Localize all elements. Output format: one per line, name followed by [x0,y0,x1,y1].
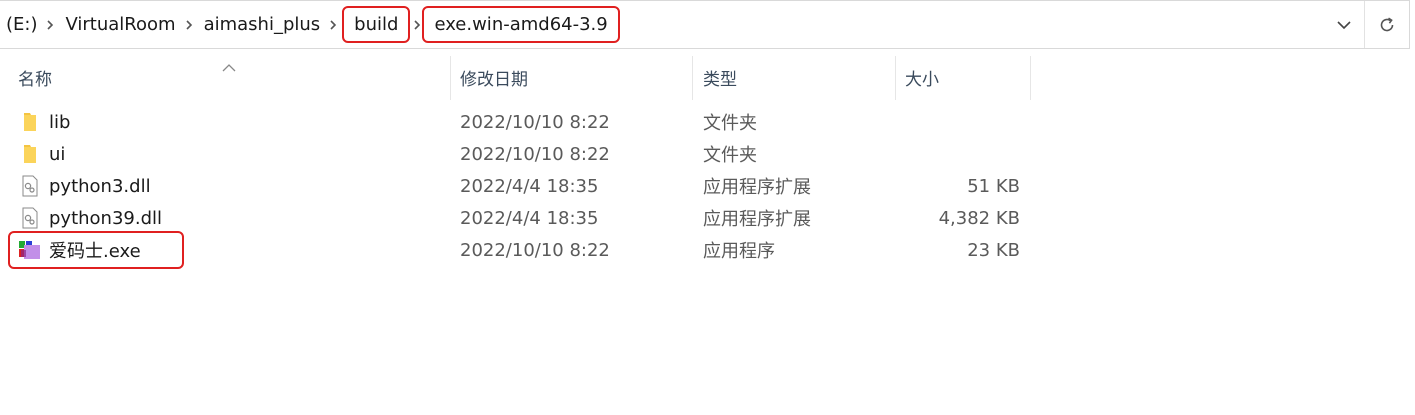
folder-icon [18,110,42,134]
file-date: 2022/10/10 8:22 [460,111,610,133]
column-headers: 名称 修改日期 类型 大小 [0,52,1040,102]
file-type: 应用程序 [703,241,775,262]
file-date: 2022/10/10 8:22 [460,143,610,165]
breadcrumb-exe-win-amd64[interactable]: exe.win-amd64-3.9 [422,6,620,43]
column-divider[interactable] [1030,56,1031,100]
column-divider[interactable] [450,56,451,100]
column-divider[interactable] [692,56,693,100]
file-row[interactable]: python3.dll 2022/4/4 18:35 应用程序扩展 51 KB [0,170,1040,202]
file-size: 23 KB [967,239,1020,261]
chevron-down-icon [1337,20,1351,29]
file-date: 2022/4/4 18:35 [460,207,599,229]
folder-icon [18,142,42,166]
file-row[interactable]: lib 2022/10/10 8:22 文件夹 [0,106,1040,138]
dll-file-icon [18,174,42,198]
chevron-right-icon[interactable] [328,19,338,30]
file-date: 2022/10/10 8:22 [460,239,610,261]
file-size: 4,382 KB [938,207,1020,229]
file-size: 51 KB [967,175,1020,197]
file-type: 应用程序扩展 [703,177,811,198]
dll-file-icon [18,206,42,230]
highlight-box [8,231,184,269]
chevron-right-icon[interactable] [412,19,422,30]
refresh-button[interactable] [1365,1,1409,48]
file-type: 应用程序扩展 [703,209,811,230]
breadcrumb-build[interactable]: build [342,6,411,43]
breadcrumb-drive[interactable]: (E:) [0,14,41,35]
file-type: 文件夹 [703,145,757,166]
chevron-right-icon[interactable] [45,19,55,30]
file-row[interactable]: python39.dll 2022/4/4 18:35 应用程序扩展 4,382… [0,202,1040,234]
breadcrumb: (E:) VirtualRoom aimashi_plus build exe.… [0,1,1324,48]
file-date: 2022/4/4 18:35 [460,175,599,197]
chevron-right-icon[interactable] [184,19,194,30]
file-name: ui [49,143,66,165]
file-row[interactable]: ui 2022/10/10 8:22 文件夹 [0,138,1040,170]
column-header-date[interactable]: 修改日期 [460,52,690,102]
file-name: python39.dll [49,207,163,229]
column-header-size[interactable]: 大小 [905,52,1025,102]
address-bar[interactable]: (E:) VirtualRoom aimashi_plus build exe.… [0,0,1410,49]
file-type: 文件夹 [703,113,757,134]
column-header-type[interactable]: 类型 [703,52,893,102]
breadcrumb-virtualroom[interactable]: VirtualRoom [61,14,179,35]
file-name: lib [49,111,71,133]
history-dropdown-button[interactable] [1324,1,1364,48]
file-name: python3.dll [49,175,151,197]
column-header-name[interactable]: 名称 [18,52,448,102]
column-divider[interactable] [895,56,896,100]
breadcrumb-aimashi-plus[interactable]: aimashi_plus [200,14,325,35]
refresh-icon [1380,17,1394,31]
